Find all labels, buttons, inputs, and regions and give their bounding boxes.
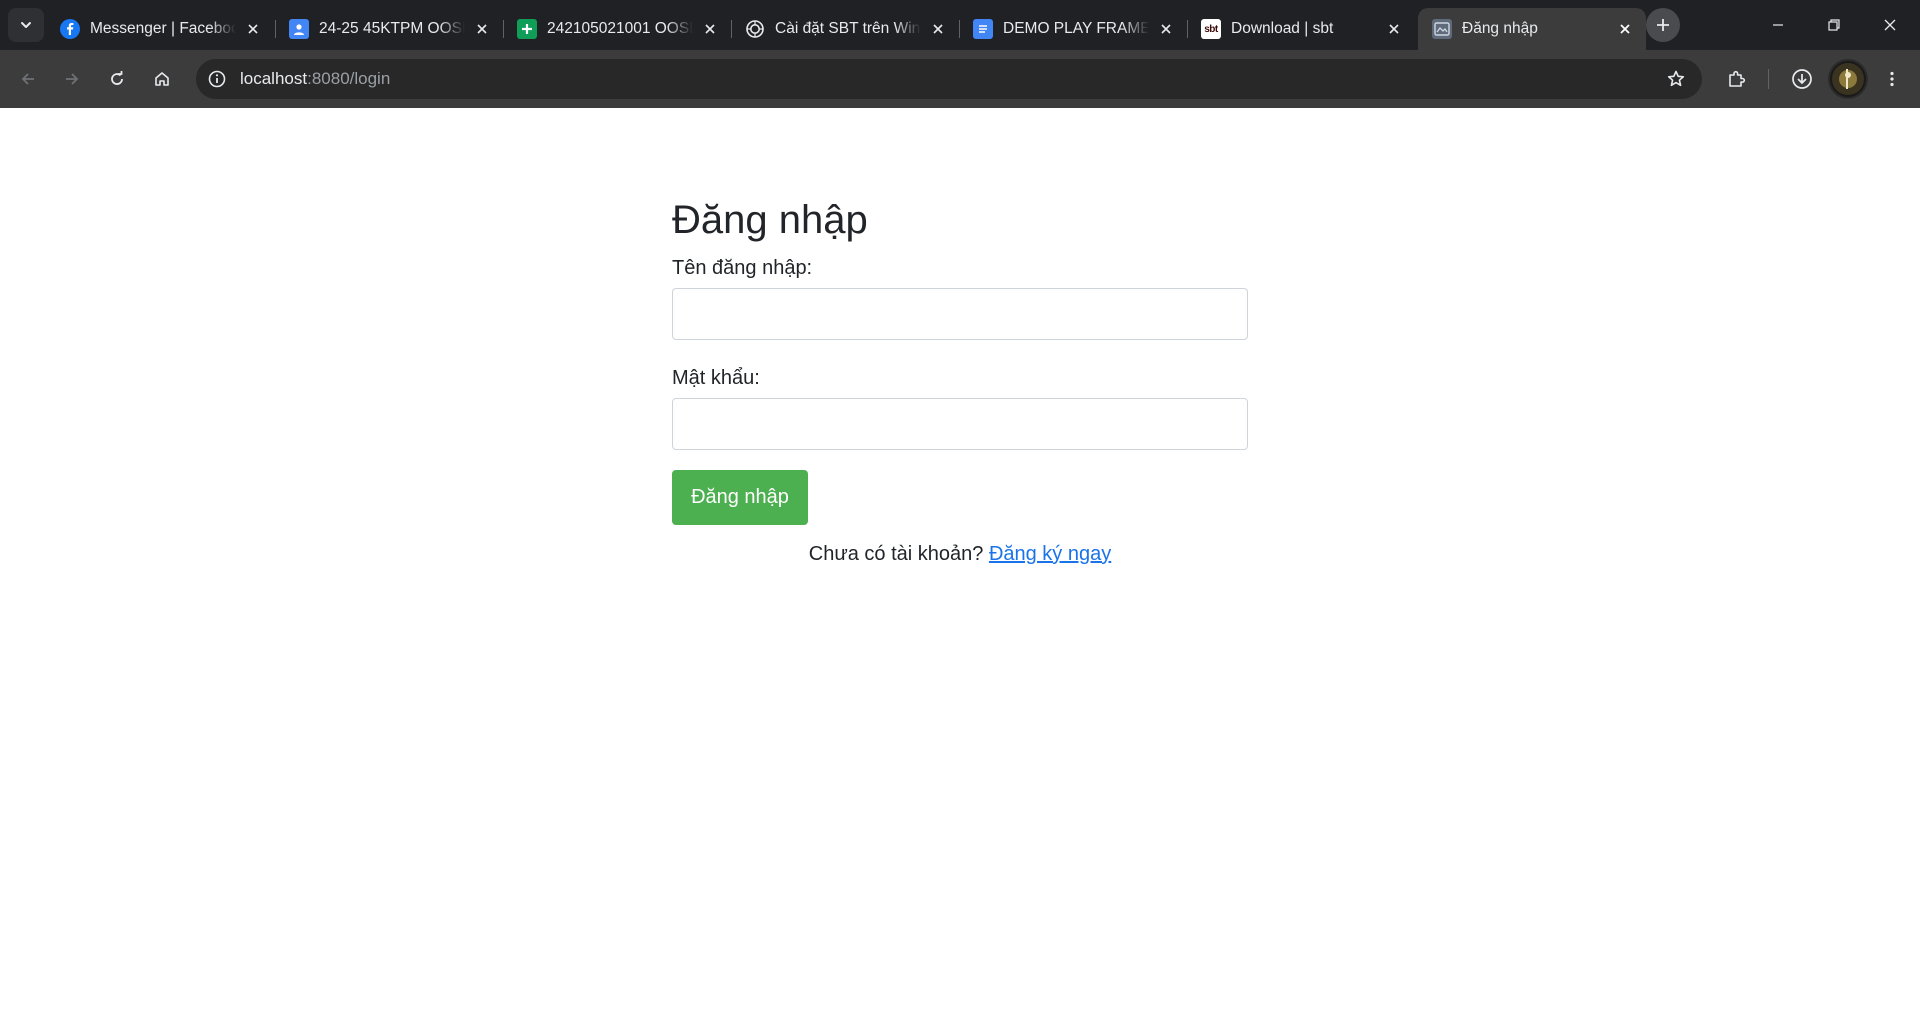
tab-title: 24-25 45KTPM OOSD (319, 20, 465, 37)
puzzle-icon (1729, 70, 1746, 87)
plus-icon (1657, 19, 1669, 31)
close-icon (1884, 19, 1896, 31)
tab-title: Cài đặt SBT trên Windows (775, 20, 921, 37)
tab-title: Messenger | Facebook (90, 20, 236, 37)
reload-button[interactable] (99, 61, 135, 97)
more-vert-icon (1890, 71, 1894, 87)
tab-login-active[interactable]: Đăng nhập (1418, 8, 1646, 50)
tab-chatgpt[interactable]: Cài đặt SBT trên Windows (731, 8, 959, 50)
close-icon[interactable] (1383, 18, 1405, 40)
tab-sheets[interactable]: 242105021001 OOSD (503, 8, 731, 50)
reload-icon (111, 71, 123, 85)
register-prompt: Chưa có tài khoản? Đăng ký ngay (672, 543, 1248, 566)
openai-icon (745, 19, 765, 39)
classroom-icon (289, 19, 309, 39)
restore-button[interactable] (1806, 0, 1862, 50)
register-link[interactable]: Đăng ký ngay (989, 543, 1111, 565)
avatar-image-icon (1832, 63, 1864, 95)
close-icon[interactable] (242, 18, 264, 40)
tab-messenger[interactable]: Messenger | Facebook (46, 8, 274, 50)
url-host: localhost (240, 69, 308, 88)
sbt-favicon-label: sbt (1204, 23, 1218, 35)
restore-icon (1828, 19, 1840, 31)
url-path: :8080/login (307, 69, 391, 88)
tab-strip: Messenger | Facebook 24-25 45KTPM OOSD 2… (0, 0, 1920, 50)
tab-title: Download | sbt (1231, 20, 1334, 37)
download-icon (1792, 69, 1812, 89)
browser-toolbar: localhost:8080/login (0, 50, 1920, 108)
sheets-icon (517, 19, 537, 39)
password-input[interactable] (672, 398, 1248, 450)
tab-title: Đăng nhập (1462, 20, 1538, 37)
page-viewport: Đăng nhập Tên đăng nhập: Mật khẩu: Đăng … (0, 108, 1920, 1020)
close-window-button[interactable] (1862, 0, 1918, 50)
downloads-button[interactable] (1784, 61, 1820, 97)
arrow-right-icon (66, 73, 79, 85)
tab-title: DEMO PLAY FRAMEWORK (1003, 20, 1149, 37)
tab-classroom[interactable]: 24-25 45KTPM OOSD (275, 8, 503, 50)
minimize-icon (1773, 24, 1783, 26)
login-button[interactable]: Đăng nhập (672, 470, 808, 525)
chevron-down-icon (21, 22, 31, 28)
no-account-text: Chưa có tài khoản? (808, 543, 984, 565)
toolbar-divider (1768, 69, 1769, 89)
minimize-button[interactable] (1750, 0, 1806, 50)
docs-icon (973, 19, 993, 39)
new-tab-button[interactable] (1646, 8, 1680, 42)
tab-search-button[interactable] (8, 8, 44, 42)
back-button[interactable] (10, 61, 46, 97)
extensions-button[interactable] (1718, 61, 1754, 97)
forward-button[interactable] (54, 61, 90, 97)
address-bar[interactable]: localhost:8080/login (196, 59, 1702, 99)
home-button[interactable] (144, 61, 180, 97)
sbt-icon: sbt (1201, 19, 1221, 39)
tab-docs[interactable]: DEMO PLAY FRAMEWORK (959, 8, 1187, 50)
password-label: Mật khẩu: (672, 367, 760, 389)
profile-avatar[interactable] (1828, 59, 1868, 99)
username-label: Tên đăng nhập: (672, 257, 813, 279)
bookmark-star-icon[interactable] (1662, 65, 1690, 93)
home-icon (155, 72, 169, 86)
username-input[interactable] (672, 288, 1248, 340)
page-title: Đăng nhập (672, 198, 868, 242)
tab-sbt-download[interactable]: sbt Download | sbt (1187, 8, 1415, 50)
page-icon (1432, 19, 1452, 39)
facebook-icon (60, 19, 80, 39)
url-text: localhost:8080/login (240, 69, 390, 89)
close-icon[interactable] (927, 18, 949, 40)
arrow-left-icon (21, 73, 34, 85)
close-icon[interactable] (1155, 18, 1177, 40)
login-form: Đăng nhập Tên đăng nhập: Mật khẩu: Đăng … (672, 196, 1248, 566)
menu-button[interactable] (1874, 61, 1910, 97)
info-icon[interactable] (202, 64, 232, 94)
close-icon[interactable] (699, 18, 721, 40)
close-icon[interactable] (471, 18, 493, 40)
tab-title: 242105021001 OOSD (547, 20, 693, 37)
close-icon[interactable] (1614, 18, 1636, 40)
